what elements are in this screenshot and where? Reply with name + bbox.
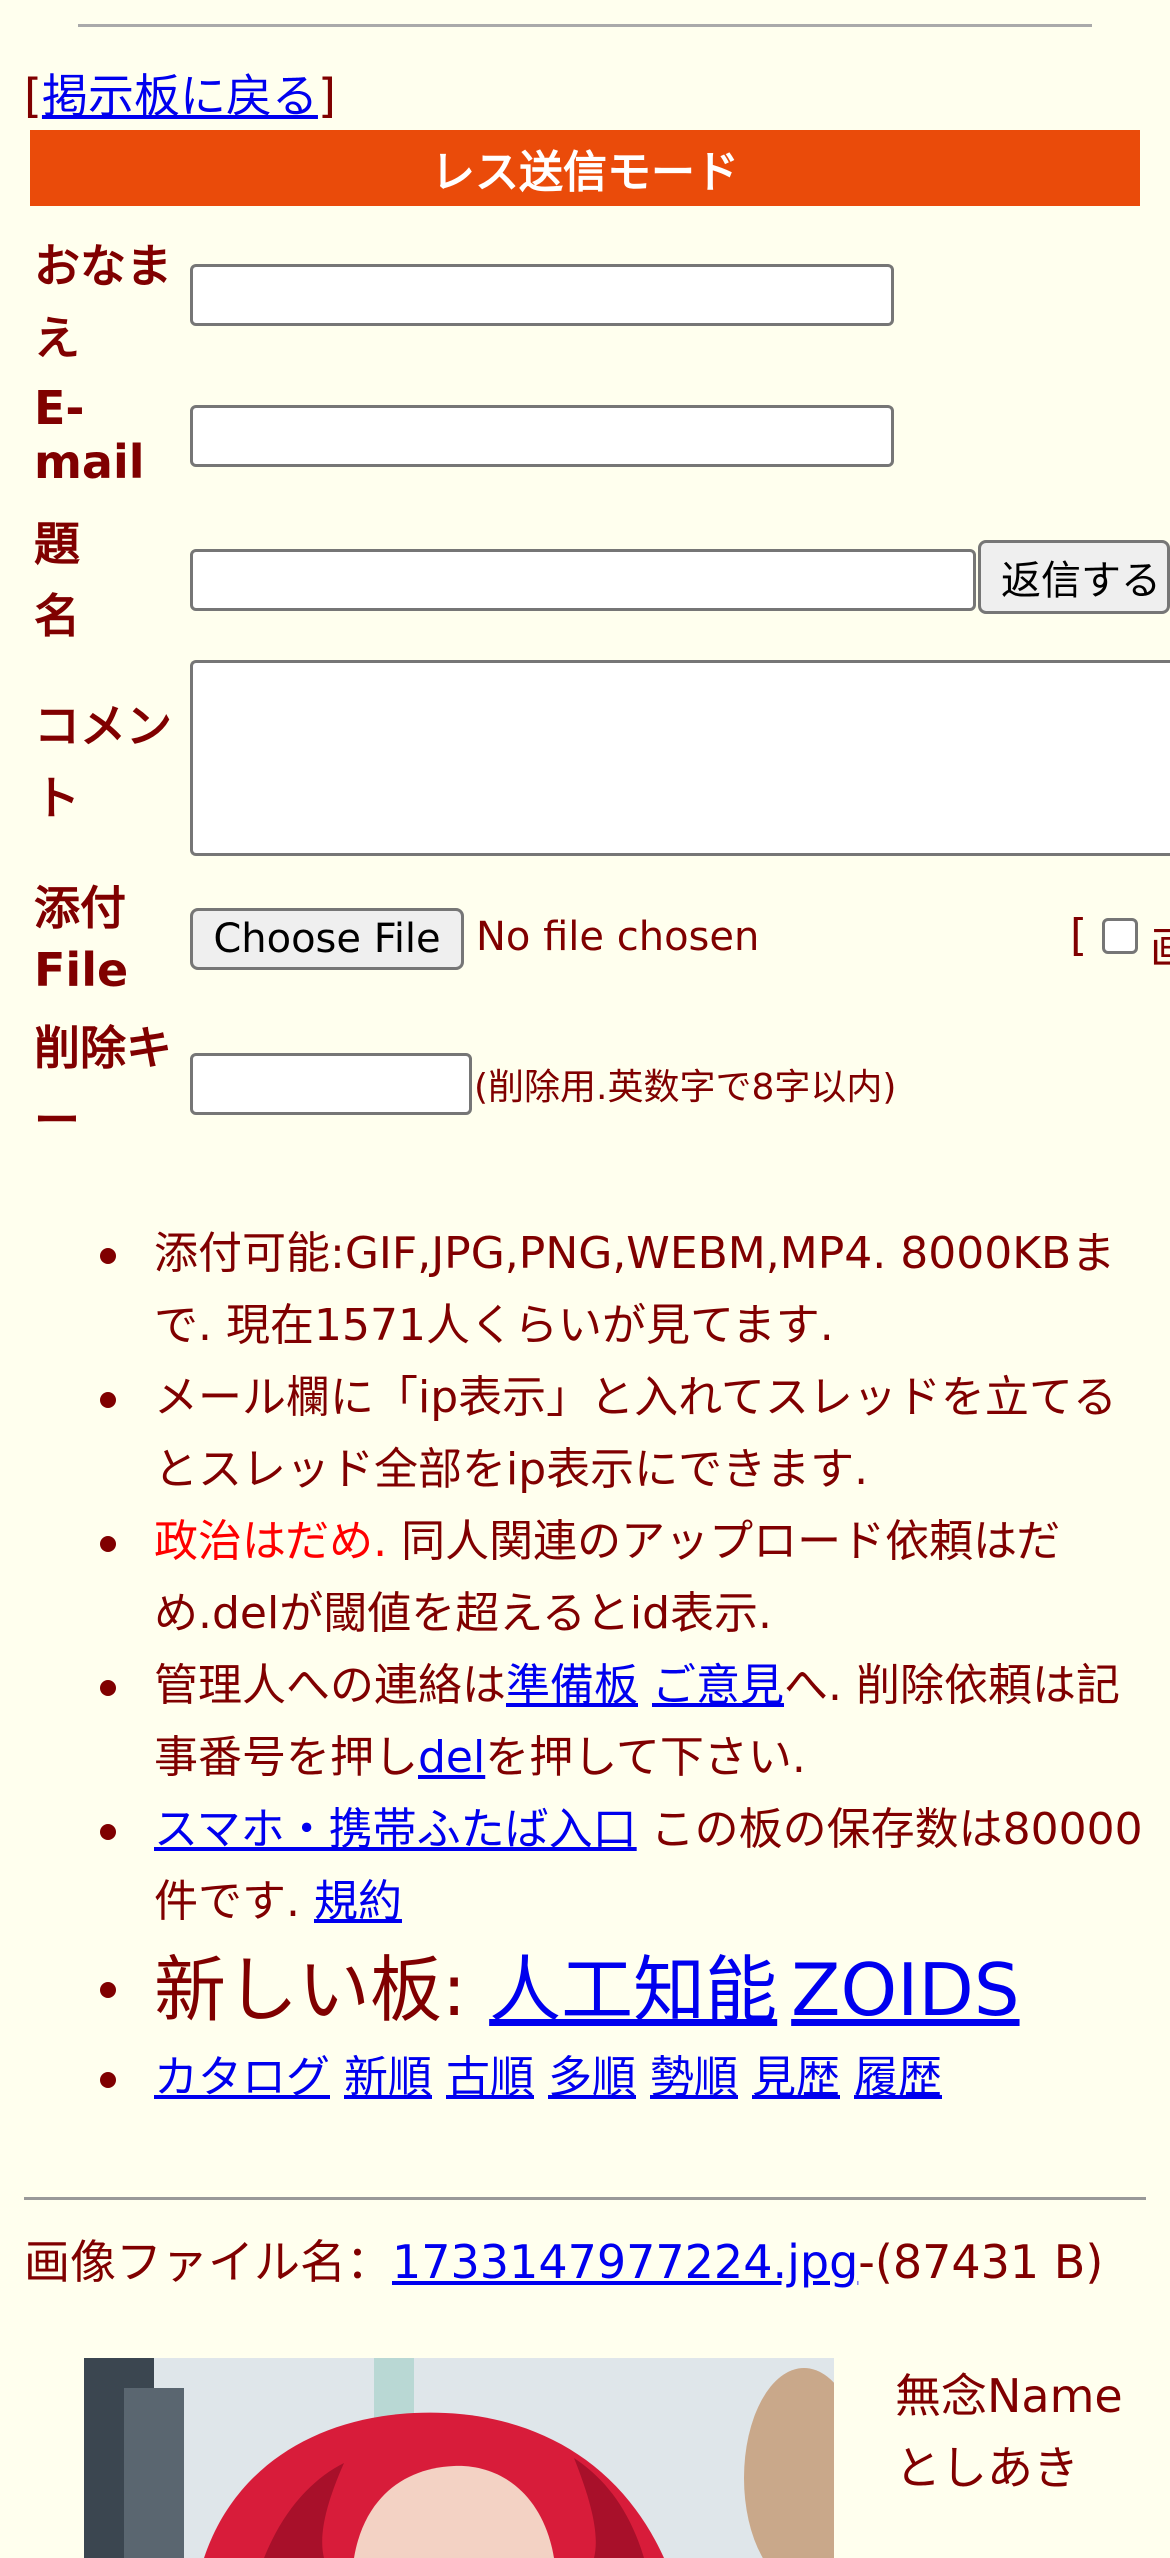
sort-old-link[interactable]: 古順	[446, 2052, 534, 2103]
comment-label-line1: コメン	[34, 699, 172, 753]
feedback-link[interactable]: ご意見	[652, 1660, 784, 1711]
name-input[interactable]	[190, 264, 894, 326]
comment-label: コメン ト	[34, 690, 172, 834]
subject-label: 題 名	[34, 508, 80, 652]
top-divider	[78, 24, 1092, 27]
file-status-text: No file chosen	[476, 914, 760, 960]
subject-input[interactable]	[190, 549, 976, 611]
file-size: -(87431 B)	[858, 2235, 1104, 2289]
file-label: 添付 File	[34, 872, 128, 1006]
bracket: [	[24, 69, 42, 123]
contact-text: 管理人への連絡は	[154, 1660, 506, 1711]
subject-label-line2: 名	[34, 589, 80, 643]
bullet-icon	[100, 1680, 116, 1696]
subject-label-line1: 題	[34, 517, 80, 571]
image-only-checkbox[interactable]	[1102, 918, 1138, 954]
delete-request-tail: を押して下さい.	[485, 1732, 806, 1783]
bracket: ]	[317, 69, 336, 123]
bullet-icon	[100, 1536, 116, 1552]
bullet-icon	[100, 1248, 116, 1264]
file-name-label: 画像ファイル名：	[24, 2235, 392, 2289]
image-file-link[interactable]: 1733147977224.jpg	[392, 2235, 858, 2289]
name-label-line2: え	[34, 311, 80, 365]
delete-key-label-line2: ー	[34, 1093, 80, 1147]
mobile-entrance-link[interactable]: スマホ・携帯ふたば入口	[154, 1804, 637, 1855]
ai-board-link[interactable]: 人工知能	[489, 1948, 777, 2032]
zoids-board-link[interactable]: ZOIDS	[791, 1948, 1019, 2032]
del-link[interactable]: del	[418, 1732, 485, 1783]
delete-key-label-line1: 削除キ	[34, 1021, 172, 1075]
ip-info-text: メール欄に「ip表示」と入れてスレッドを立てるとスレッド全部をip表示にできます…	[154, 1372, 1117, 1495]
email-input[interactable]	[190, 405, 894, 467]
catalog-link[interactable]: カタログ	[154, 2052, 330, 2103]
list-item: 新しい板: 人工知能 ZOIDS	[0, 1938, 1170, 2042]
image-option-label: 画	[1150, 912, 1170, 976]
anime-character-image	[84, 2358, 834, 2558]
new-boards-text: 新しい板:	[154, 1948, 490, 2032]
choose-file-button[interactable]: Choose File	[190, 908, 464, 970]
terms-link[interactable]: 規約	[314, 1876, 402, 1927]
list-item: 添付可能:GIF,JPG,PNG,WEBM,MP4. 8000KBまで. 現在1…	[0, 1218, 1170, 1362]
board-info-list: 添付可能:GIF,JPG,PNG,WEBM,MP4. 8000KBまで. 現在1…	[0, 1218, 1170, 2114]
delete-key-label: 削除キ ー	[34, 1012, 172, 1156]
comment-label-line2: ト	[34, 771, 80, 825]
bullet-icon	[100, 1824, 116, 1840]
name-label-line1: おなま	[34, 239, 172, 293]
reply-mode-banner: レス送信モード	[30, 130, 1140, 206]
bullet-icon	[100, 2072, 116, 2088]
image-option-bracket: [	[1070, 910, 1088, 961]
sort-momentum-link[interactable]: 勢順	[650, 2052, 738, 2103]
list-item: 管理人への連絡は準備板 ご意見へ. 削除依頼は記事番号を押しdelを押して下さい…	[0, 1650, 1170, 1794]
list-item: カタログ 新順 古順 多順 勢順 見歴 履歴	[0, 2042, 1170, 2114]
sort-many-link[interactable]: 多順	[548, 2052, 636, 2103]
delete-key-hint: (削除用.英数字で8字以内)	[474, 1067, 897, 1108]
sort-new-link[interactable]: 新順	[344, 2052, 432, 2103]
back-nav: [掲示板に戻る]	[24, 60, 336, 126]
email-label: E- mail	[34, 372, 145, 498]
poster-name: としあき	[895, 2441, 1079, 2495]
bullet-icon	[100, 1392, 116, 1408]
upload-info-text: 添付可能:GIF,JPG,PNG,WEBM,MP4. 8000KBまで. 現在1…	[154, 1228, 1116, 1351]
list-item: スマホ・携帯ふたば入口 この板の保存数は80000件です. 規約	[0, 1794, 1170, 1938]
delete-key-input[interactable]	[190, 1053, 472, 1115]
prep-board-link[interactable]: 準備板	[506, 1660, 638, 1711]
poster-info: 無念Name としあき	[895, 2360, 1123, 2504]
poster-name-label: 無念Name	[895, 2369, 1123, 2423]
name-label: おなま え	[34, 230, 172, 374]
history-link[interactable]: 履歴	[854, 2052, 942, 2103]
view-history-link[interactable]: 見歴	[752, 2052, 840, 2103]
list-item: 政治はだめ. 同人関連のアップロード依頼はだめ.delが閾値を超えるとid表示.	[0, 1506, 1170, 1650]
reply-submit-button[interactable]: 返信する	[978, 540, 1170, 614]
list-item: メール欄に「ip表示」と入れてスレッドを立てるとスレッド全部をip表示にできます…	[0, 1362, 1170, 1506]
file-label-line2: File	[34, 943, 129, 997]
bullet-icon	[100, 1982, 116, 1998]
politics-warning: 政治はだめ.	[154, 1516, 388, 1567]
section-divider	[24, 2197, 1146, 2200]
post-thumbnail-image[interactable]	[84, 2358, 834, 2558]
back-to-board-link[interactable]: 掲示板に戻る	[42, 69, 318, 123]
email-label-line2: mail	[34, 435, 145, 489]
comment-textarea[interactable]	[190, 660, 1170, 856]
post-file-info: 画像ファイル名：1733147977224.jpg-(87431 B)	[24, 2232, 1144, 2292]
